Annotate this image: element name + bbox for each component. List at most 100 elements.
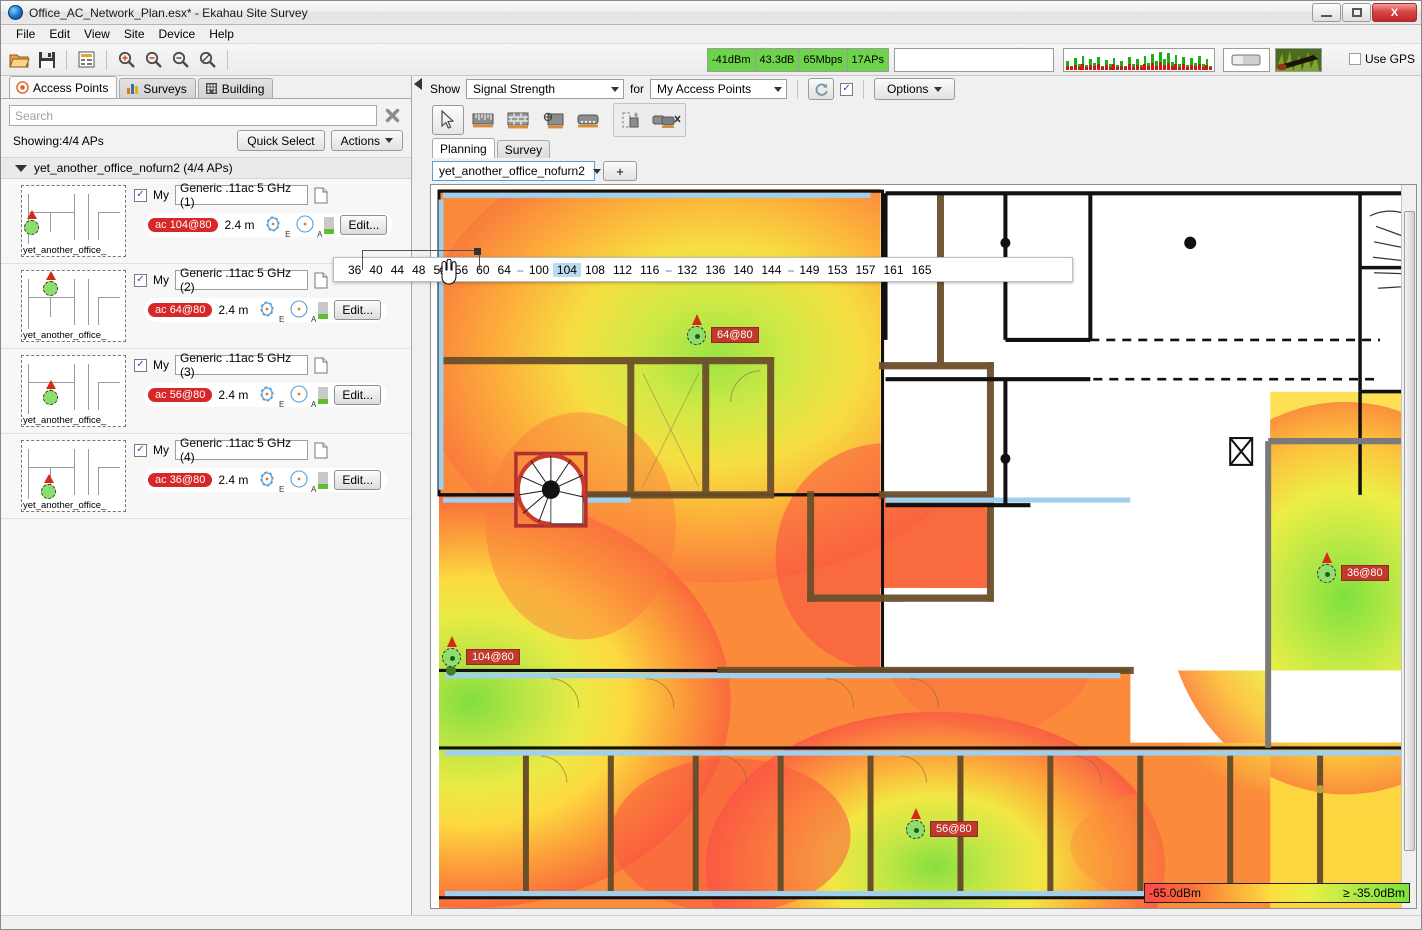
use-gps-checkbox[interactable]: [1349, 53, 1361, 65]
ap-enabled-checkbox[interactable]: ✓: [134, 274, 147, 287]
antenna-pattern-azimuth-icon[interactable]: A: [292, 214, 318, 236]
channel-option[interactable]: 132: [673, 263, 701, 277]
quick-select-button[interactable]: Quick Select: [237, 130, 324, 151]
collapse-left-icon[interactable]: [414, 78, 422, 90]
measure-tool-icon[interactable]: [467, 105, 499, 135]
ap-enabled-checkbox[interactable]: ✓: [134, 359, 147, 372]
antenna-pattern-azimuth-icon[interactable]: A: [286, 299, 312, 321]
remove-ap-tool-icon[interactable]: [651, 105, 683, 135]
ap-edit-button[interactable]: Edit...: [340, 215, 387, 235]
channel-option[interactable]: 112: [609, 263, 636, 277]
channel-option[interactable]: 60: [472, 263, 493, 277]
floor-plan-thumbnail[interactable]: yet_another_office_: [21, 185, 126, 257]
tab-survey[interactable]: Survey: [497, 140, 550, 158]
report-icon[interactable]: [74, 47, 99, 72]
menu-view[interactable]: View: [77, 25, 117, 43]
coverage-area-tool-icon[interactable]: [616, 105, 648, 135]
ap-channel-badge[interactable]: ac 64@80: [148, 303, 212, 317]
channel-option[interactable]: 149: [795, 263, 823, 277]
menu-site[interactable]: Site: [117, 25, 152, 43]
channel-option[interactable]: 64: [494, 263, 515, 277]
antenna-pattern-elevation-icon[interactable]: E: [260, 214, 286, 236]
channel-option[interactable]: 161: [879, 263, 907, 277]
refresh-button[interactable]: [808, 78, 834, 100]
minimize-button[interactable]: [1312, 3, 1341, 22]
ap-channel-badge[interactable]: ac 56@80: [148, 388, 212, 402]
map-viewport[interactable]: -65.0dBm ≥ -35.0dBm 64@80 104@80: [430, 184, 1417, 909]
ap-channel-tag[interactable]: 56@80: [930, 821, 978, 837]
clear-search-icon[interactable]: [382, 105, 403, 126]
map-vertical-scrollbar[interactable]: [1401, 185, 1416, 908]
ap-channel-tag[interactable]: 104@80: [466, 649, 520, 665]
ap-notes-icon[interactable]: [314, 187, 328, 204]
ap-name-field[interactable]: Generic .11ac 5 GHz (3): [175, 355, 308, 375]
floor-plan-thumbnail[interactable]: yet_another_office_: [21, 440, 126, 512]
menu-edit[interactable]: Edit: [42, 25, 77, 43]
ap-enabled-checkbox[interactable]: ✓: [134, 444, 147, 457]
map-select[interactable]: yet_another_office_nofurn2: [432, 161, 595, 181]
ap-location-icon[interactable]: [442, 648, 461, 667]
channel-option[interactable]: 48: [408, 263, 429, 277]
channel-option[interactable]: 40: [365, 263, 386, 277]
attenuation-area-tool-icon[interactable]: [537, 105, 569, 135]
show-visualization-select[interactable]: Signal Strength: [466, 79, 624, 99]
channel-option[interactable]: 104: [553, 263, 581, 277]
floor-plan-thumbnail[interactable]: yet_another_office_: [21, 355, 126, 427]
ap-channel-badge[interactable]: ac 36@80: [148, 473, 212, 487]
ap-edit-button[interactable]: Edit...: [334, 300, 381, 320]
map-access-point-marker[interactable]: 36@80: [1317, 564, 1336, 583]
channel-option[interactable]: 165: [908, 263, 936, 277]
channel-option[interactable]: 153: [823, 263, 851, 277]
channel-option[interactable]: 144: [757, 263, 785, 277]
save-icon[interactable]: [34, 47, 59, 72]
ap-name-field[interactable]: Generic .11ac 5 GHz (4): [175, 440, 308, 460]
channel-option[interactable]: 44: [387, 263, 408, 277]
ap-notes-icon[interactable]: [314, 442, 328, 459]
ap-channel-badge[interactable]: ac 104@80: [148, 218, 218, 232]
pointer-tool-icon[interactable]: [432, 105, 464, 135]
menu-help[interactable]: Help: [202, 25, 241, 43]
ap-channel-tag[interactable]: 36@80: [1341, 565, 1389, 581]
usb-adapter-icon[interactable]: [1223, 48, 1270, 72]
zoom-out-icon[interactable]: [141, 47, 166, 72]
antenna-pattern-azimuth-icon[interactable]: A: [286, 384, 312, 406]
ap-channel-tag[interactable]: 64@80: [711, 327, 759, 343]
usb-antenna-icon[interactable]: [1275, 48, 1322, 72]
channel-option[interactable]: 157: [851, 263, 879, 277]
zoom-in-icon[interactable]: [114, 47, 139, 72]
use-gps-control[interactable]: Use GPS: [1349, 52, 1415, 66]
channel-option[interactable]: 136: [701, 263, 729, 277]
channel-option[interactable]: 108: [581, 263, 609, 277]
close-button[interactable]: X: [1372, 3, 1417, 22]
tab-access-points[interactable]: Access Points: [9, 76, 117, 98]
ap-edit-button[interactable]: Edit...: [334, 470, 381, 490]
group-expand-caret-icon[interactable]: [15, 165, 27, 172]
map-scroll-thumb[interactable]: [1404, 211, 1415, 851]
map-access-point-marker[interactable]: 56@80: [906, 820, 925, 839]
options-button[interactable]: Options: [874, 78, 955, 100]
menu-device[interactable]: Device: [152, 25, 203, 43]
menu-file[interactable]: File: [9, 25, 42, 43]
ap-scope-select[interactable]: My Access Points: [650, 79, 787, 99]
channel-option[interactable]: 36: [344, 263, 365, 277]
antenna-pattern-azimuth-icon[interactable]: A: [286, 469, 312, 491]
search-input[interactable]: Search: [9, 105, 377, 126]
wall-tool-icon[interactable]: [502, 105, 534, 135]
channel-option[interactable]: 116: [636, 263, 663, 277]
spectrum-analyzer-icon[interactable]: [1063, 48, 1215, 72]
ap-notes-icon[interactable]: [314, 272, 328, 289]
ap-location-icon[interactable]: [687, 326, 706, 345]
ap-name-field[interactable]: Generic .11ac 5 GHz (1): [175, 185, 308, 205]
antenna-pattern-elevation-icon[interactable]: E: [254, 299, 280, 321]
zoom-fit-icon[interactable]: [168, 47, 193, 72]
open-folder-icon[interactable]: [7, 47, 32, 72]
add-ap-tool-icon[interactable]: [572, 105, 604, 135]
floor-plan-thumbnail[interactable]: yet_another_office_: [21, 270, 126, 342]
add-map-button[interactable]: +: [603, 161, 637, 181]
maximize-button[interactable]: [1342, 3, 1371, 22]
ap-location-icon[interactable]: [1317, 564, 1336, 583]
tab-planning[interactable]: Planning: [432, 138, 495, 158]
channel-option[interactable]: 100: [525, 263, 553, 277]
ap-notes-icon[interactable]: [314, 357, 328, 374]
tab-surveys[interactable]: Surveys: [119, 78, 195, 98]
